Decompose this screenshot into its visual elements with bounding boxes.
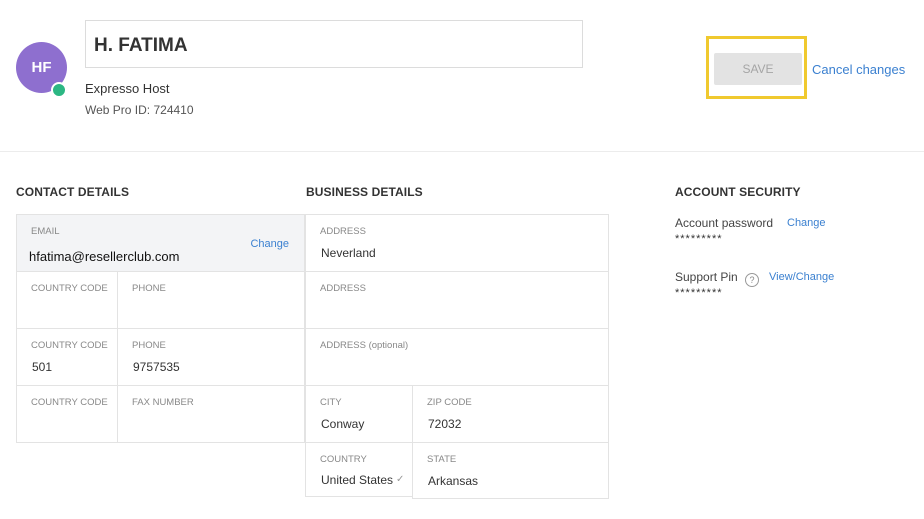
name-field[interactable]: H. FATIMA [85, 20, 583, 68]
fax-number-field[interactable]: FAX NUMBER [117, 385, 305, 443]
city-value: Conway [321, 417, 365, 431]
company-name: Expresso Host [85, 81, 170, 96]
city-field[interactable]: CITY Conway [305, 385, 413, 443]
address-line1-field[interactable]: ADDRESS Neverland [305, 214, 609, 272]
chevron-down-icon: ✓ [396, 474, 405, 485]
account-security-title: ACCOUNT SECURITY [675, 185, 801, 199]
avatar-initials: HF [31, 59, 52, 76]
account-password-label: Account password [675, 216, 774, 230]
cancel-changes-link[interactable]: Cancel changes [812, 62, 905, 77]
address-line2-field[interactable]: ADDRESS [305, 271, 609, 329]
support-pin-label: Support Pin [675, 270, 738, 284]
email-value: hfatima@resellerclub.com [29, 249, 180, 264]
country-code-label: COUNTRY CODE [31, 340, 108, 351]
email-label: EMAIL [31, 226, 60, 237]
header-divider [0, 151, 924, 152]
city-label: CITY [320, 397, 342, 408]
country-code-field[interactable]: COUNTRY CODE 501 [16, 328, 118, 386]
zip-code-value: 72032 [428, 417, 462, 431]
business-details-title: BUSINESS DETAILS [306, 185, 423, 199]
address-value: Neverland [321, 246, 376, 260]
phone-label: PHONE [132, 340, 166, 351]
help-icon[interactable]: ? [745, 270, 759, 288]
zip-code-field[interactable]: ZIP CODE 72032 [412, 385, 609, 443]
state-label: STATE [427, 454, 457, 465]
country-code-value: 501 [32, 360, 53, 374]
email-change-link[interactable]: Change [250, 238, 289, 250]
fax-country-code-field[interactable]: COUNTRY CODE [16, 385, 118, 443]
country-code-field[interactable]: COUNTRY CODE [16, 271, 118, 329]
address-optional-label: ADDRESS (optional) [320, 340, 409, 351]
phone-field[interactable]: PHONE [117, 271, 305, 329]
country-value: United States [321, 473, 394, 487]
email-field: EMAIL hfatima@resellerclub.com Change [16, 214, 305, 272]
password-change-link[interactable]: Change [787, 217, 826, 229]
pin-view-change-link[interactable]: View/Change [769, 271, 834, 283]
pin-mask: ********* [675, 287, 723, 299]
state-value: Arkansas [428, 474, 479, 488]
web-pro-id: Web Pro ID: 724410 [85, 103, 194, 117]
online-status-icon [51, 82, 67, 98]
zip-code-label: ZIP CODE [427, 397, 472, 408]
country-code-label: COUNTRY CODE [31, 283, 108, 294]
address-label: ADDRESS [320, 283, 366, 294]
state-field[interactable]: STATE Arkansas [412, 442, 609, 499]
password-mask: ********* [675, 233, 723, 245]
address-line3-field[interactable]: ADDRESS (optional) [305, 328, 609, 386]
contact-details-title: CONTACT DETAILS [16, 185, 130, 199]
country-select[interactable]: COUNTRY United States ✓ [305, 442, 413, 497]
country-code-label: COUNTRY CODE [31, 397, 108, 408]
fax-number-label: FAX NUMBER [132, 397, 194, 408]
save-button[interactable]: SAVE [714, 53, 802, 85]
phone-field[interactable]: PHONE 9757535 [117, 328, 305, 386]
phone-value: 9757535 [133, 360, 180, 374]
name-value: H. FATIMA [94, 35, 188, 56]
address-label: ADDRESS [320, 226, 366, 237]
help-icon-glyph: ? [745, 273, 759, 287]
phone-label: PHONE [132, 283, 166, 294]
country-label: COUNTRY [320, 454, 367, 465]
